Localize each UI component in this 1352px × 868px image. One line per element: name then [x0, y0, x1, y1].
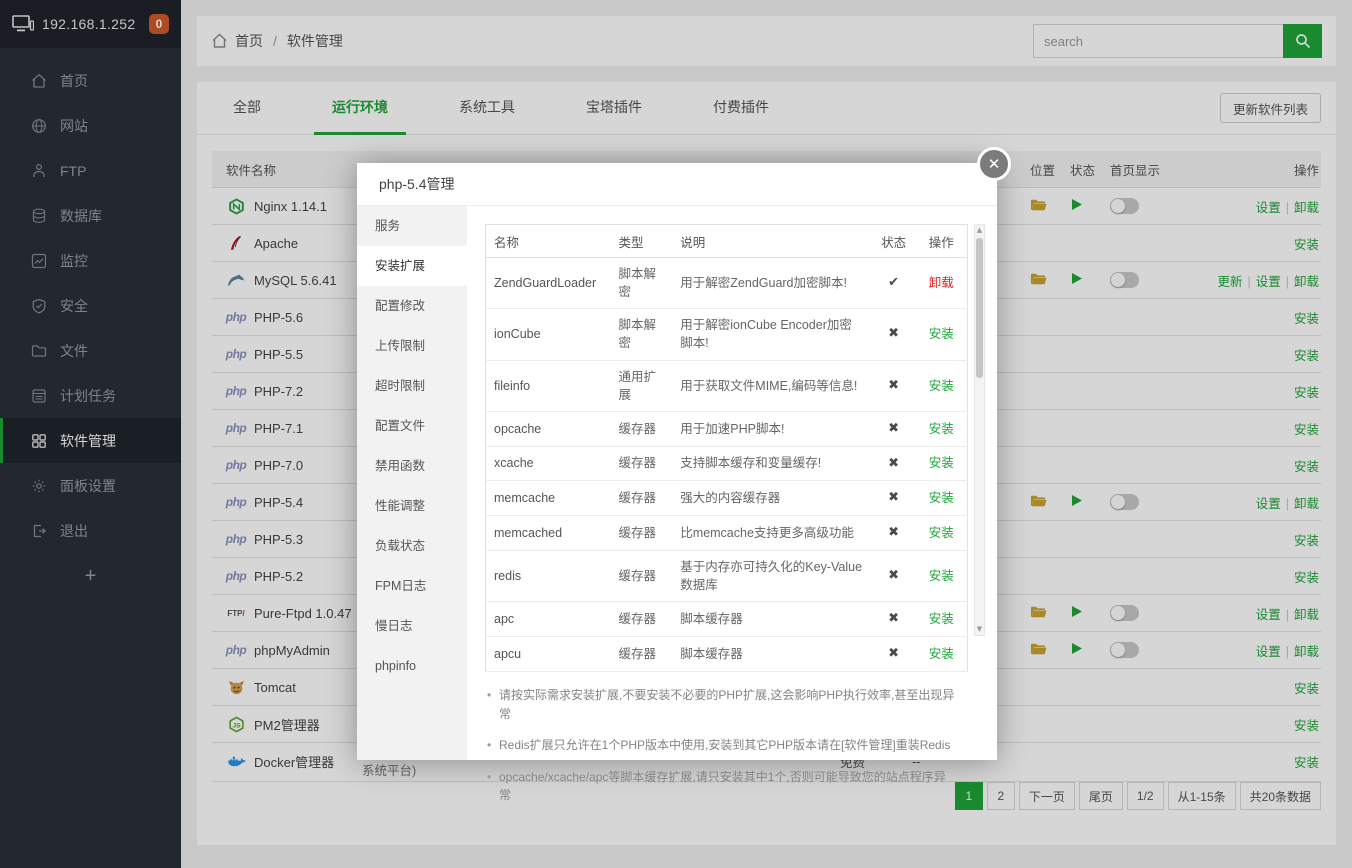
ext-type: 缓存器 — [610, 516, 672, 551]
ext-desc: 支持脚本缓存和变量缓存! — [672, 446, 871, 481]
cross-icon: ✖ — [888, 490, 899, 505]
scroll-thumb[interactable] — [976, 238, 983, 378]
ext-type: 缓存器 — [610, 446, 672, 481]
ext-desc: 用于解密ionCube Encoder加密脚本! — [672, 309, 871, 360]
ext-type: 缓存器 — [610, 481, 672, 516]
dialog-menu-配置修改[interactable]: 配置修改 — [357, 286, 467, 326]
dialog-menu-慢日志[interactable]: 慢日志 — [357, 606, 467, 646]
ext-name: redis — [486, 551, 611, 602]
ext-action-安装[interactable]: 安装 — [929, 647, 954, 661]
dialog-menu-FPM日志[interactable]: FPM日志 — [357, 566, 467, 606]
scroll-up-icon[interactable]: ▲ — [975, 225, 984, 236]
ext-type: 脚本解密 — [610, 309, 672, 360]
ext-desc: 比memcache支持更多高级功能 — [672, 516, 871, 551]
extension-row: ZendGuardLoader脚本解密用于解密ZendGuard加密脚本! ✔ 卸载 — [486, 258, 968, 309]
ext-desc: 用于获取文件MIME,编码等信息! — [672, 360, 871, 411]
ext-type: 缓存器 — [610, 411, 672, 446]
check-icon: ✔ — [888, 275, 899, 290]
ext-col-操作: 操作 — [916, 225, 968, 258]
scrollbar[interactable]: ▲ ▼ — [974, 224, 985, 636]
ext-desc: 强大的内容缓存器 — [672, 481, 871, 516]
ext-name: fileinfo — [486, 360, 611, 411]
ext-type: 缓存器 — [610, 551, 672, 602]
dialog-menu-上传限制[interactable]: 上传限制 — [357, 326, 467, 366]
ext-name: opcache — [486, 411, 611, 446]
cross-icon: ✖ — [888, 378, 899, 393]
ext-name: ionCube — [486, 309, 611, 360]
ext-action-安装[interactable]: 安装 — [929, 327, 954, 341]
cross-icon: ✖ — [888, 568, 899, 583]
cross-icon: ✖ — [888, 421, 899, 436]
extension-row: apcu缓存器脚本缓存器 ✖ 安装 — [486, 637, 968, 672]
extension-row: apc缓存器脚本缓存器 ✖ 安装 — [486, 602, 968, 637]
cross-icon: ✖ — [888, 456, 899, 471]
dialog-menu-服务[interactable]: 服务 — [357, 206, 467, 246]
ext-type: 脚本解密 — [610, 258, 672, 309]
ext-name: memcache — [486, 481, 611, 516]
dialog-menu-安装扩展[interactable]: 安装扩展 — [357, 246, 467, 286]
ext-desc: 脚本缓存器 — [672, 637, 871, 672]
ext-desc: 用于加速PHP脚本! — [672, 411, 871, 446]
extension-row: opcache缓存器用于加速PHP脚本! ✖ 安装 — [486, 411, 968, 446]
ext-name: xcache — [486, 446, 611, 481]
ext-desc: 用于解密ZendGuard加密脚本! — [672, 258, 871, 309]
extension-row: fileinfo通用扩展用于获取文件MIME,编码等信息! ✖ 安装 — [486, 360, 968, 411]
ext-action-卸载[interactable]: 卸载 — [929, 276, 954, 290]
ext-type: 缓存器 — [610, 602, 672, 637]
ext-name: apcu — [486, 637, 611, 672]
extension-row: ionCube脚本解密用于解密ionCube Encoder加密脚本! ✖ 安装 — [486, 309, 968, 360]
ext-desc: 脚本缓存器 — [672, 602, 871, 637]
note-item: opcache/xcache/apc等脚本缓存扩展,请只安装其中1个,否则可能导… — [485, 768, 955, 805]
close-icon[interactable]: ✕ — [977, 147, 1011, 181]
cross-icon: ✖ — [888, 646, 899, 661]
ext-action-安装[interactable]: 安装 — [929, 491, 954, 505]
dialog-menu-负载状态[interactable]: 负载状态 — [357, 526, 467, 566]
ext-col-名称: 名称 — [486, 225, 611, 258]
dialog-menu-phpinfo[interactable]: phpinfo — [357, 646, 467, 686]
note-item: Redis扩展只允许在1个PHP版本中使用,安装到其它PHP版本请在[软件管理]… — [485, 736, 955, 755]
dialog-title: php-5.4管理 — [357, 163, 997, 206]
ext-type: 缓存器 — [610, 637, 672, 672]
cross-icon: ✖ — [888, 611, 899, 626]
dialog-menu-超时限制[interactable]: 超时限制 — [357, 366, 467, 406]
ext-name: memcached — [486, 516, 611, 551]
dialog-menu-性能调整[interactable]: 性能调整 — [357, 486, 467, 526]
ext-type: 通用扩展 — [610, 360, 672, 411]
cross-icon: ✖ — [888, 326, 899, 341]
ext-action-安装[interactable]: 安装 — [929, 422, 954, 436]
ext-col-状态: 状态 — [872, 225, 916, 258]
extension-row: memcache缓存器强大的内容缓存器 ✖ 安装 — [486, 481, 968, 516]
dialog-menu-配置文件[interactable]: 配置文件 — [357, 406, 467, 446]
dialog-menu-禁用函数[interactable]: 禁用函数 — [357, 446, 467, 486]
ext-action-安装[interactable]: 安装 — [929, 379, 954, 393]
ext-col-类型: 类型 — [610, 225, 672, 258]
scroll-down-icon[interactable]: ▼ — [975, 624, 984, 635]
extension-row: redis缓存器基于内存亦可持久化的Key-Value数据库 ✖ 安装 — [486, 551, 968, 602]
extension-row: memcached缓存器比memcache支持更多高级功能 ✖ 安装 — [486, 516, 968, 551]
ext-action-安装[interactable]: 安装 — [929, 456, 954, 470]
ext-col-说明: 说明 — [672, 225, 871, 258]
ext-desc: 基于内存亦可持久化的Key-Value数据库 — [672, 551, 871, 602]
ext-action-安装[interactable]: 安装 — [929, 612, 954, 626]
extension-row: xcache缓存器支持脚本缓存和变量缓存! ✖ 安装 — [486, 446, 968, 481]
dialog-content: 名称类型说明状态操作 ZendGuardLoader脚本解密用于解密ZendGu… — [467, 206, 997, 760]
note-item: 请按实际需求安装扩展,不要安装不必要的PHP扩展,这会影响PHP执行效率,甚至出… — [485, 686, 955, 723]
ext-action-安装[interactable]: 安装 — [929, 526, 954, 540]
extensions-table: 名称类型说明状态操作 ZendGuardLoader脚本解密用于解密ZendGu… — [485, 224, 968, 672]
ext-name: apc — [486, 602, 611, 637]
cross-icon: ✖ — [888, 525, 899, 540]
ext-action-安装[interactable]: 安装 — [929, 569, 954, 583]
ext-name: ZendGuardLoader — [486, 258, 611, 309]
dialog-menu: 服务安装扩展配置修改上传限制超时限制配置文件禁用函数性能调整负载状态FPM日志慢… — [357, 206, 467, 760]
extension-notes: 请按实际需求安装扩展,不要安装不必要的PHP扩展,这会影响PHP执行效率,甚至出… — [485, 686, 955, 805]
php-manage-dialog: ✕ php-5.4管理 服务安装扩展配置修改上传限制超时限制配置文件禁用函数性能… — [357, 163, 997, 760]
